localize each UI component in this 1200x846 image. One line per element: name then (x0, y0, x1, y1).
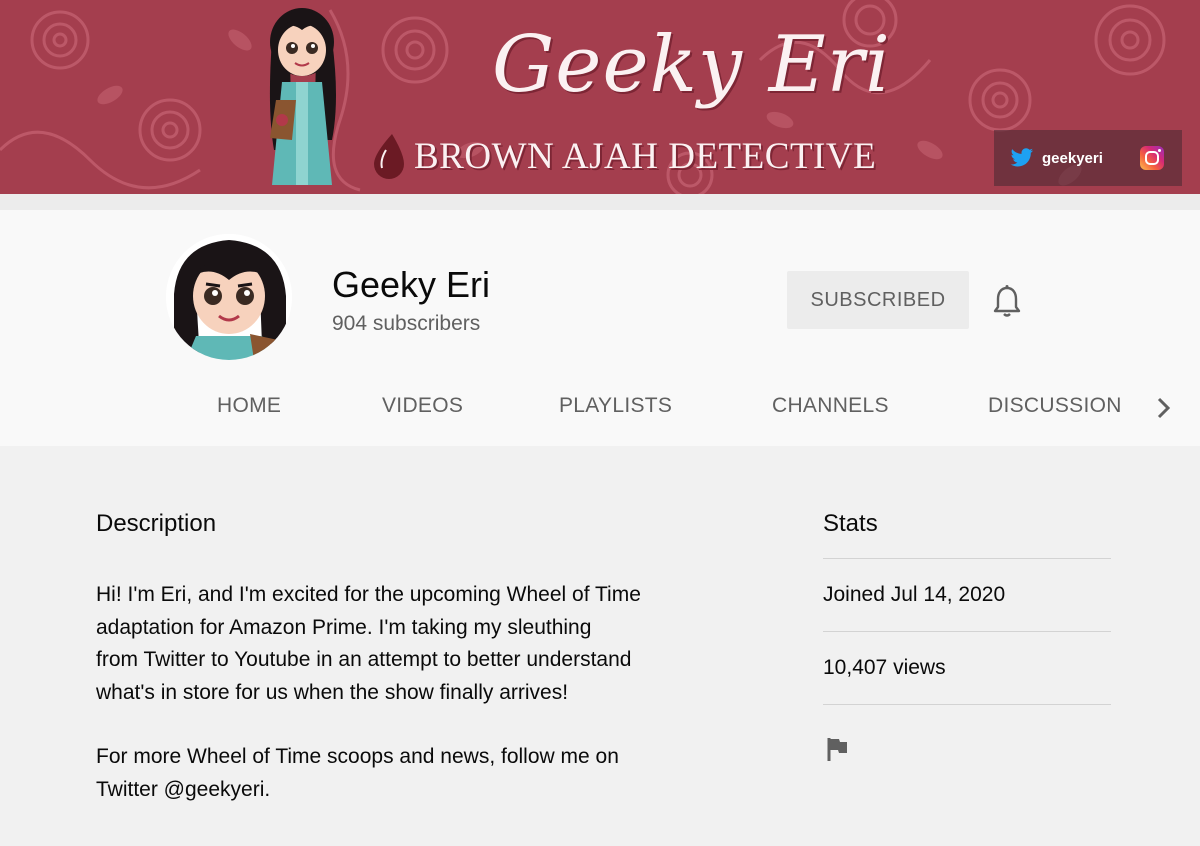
twitter-icon (1010, 148, 1034, 167)
social-links: geekyeri (994, 130, 1182, 186)
flag-icon[interactable] (823, 735, 851, 763)
description-line: For more Wheel of Time scoops and news, … (96, 745, 619, 768)
tab-discussion[interactable]: DISCUSSION (988, 394, 1122, 418)
tab-playlists[interactable]: PLAYLISTS (559, 394, 672, 418)
subscribed-button[interactable]: SUBSCRIBED (787, 271, 969, 329)
chevron-right-icon[interactable] (1150, 394, 1178, 422)
stats-heading: Stats (823, 510, 878, 537)
banner-subtitle-group: BROWN AJAH DETECTIVE (368, 132, 876, 180)
about-section: Description Hi! I'm Eri, and I'm excited… (0, 446, 1200, 846)
drop-icon (374, 134, 404, 179)
description-heading: Description (96, 510, 217, 537)
tab-channels[interactable]: CHANNELS (772, 394, 889, 418)
description-line: adaptation for Amazon Prime. I'm taking … (96, 615, 592, 639)
stats-panel: Stats Joined Jul 14, 2020 10,407 views (823, 510, 1111, 763)
view-count: 10,407 views (823, 656, 946, 679)
divider (823, 704, 1111, 705)
channel-header: Geeky Eri 904 subscribers SUBSCRIBED HOM… (0, 194, 1200, 446)
banner-subtitle: BROWN AJAH DETECTIVE (414, 135, 877, 177)
avatar-image (166, 234, 292, 360)
description-line: what's in store for us when the show fin… (96, 680, 569, 704)
subscriber-count: 904 subscribers (332, 312, 481, 335)
instagram-icon[interactable] (1140, 146, 1164, 170)
description-body: Hi! I'm Eri, and I'm excited for the upc… (96, 579, 696, 806)
tab-videos[interactable]: VIDEOS (382, 394, 463, 418)
description-line: Hi! I'm Eri, and I'm excited for the upc… (96, 583, 641, 606)
avatar[interactable] (166, 234, 292, 360)
bell-icon[interactable] (992, 284, 1022, 318)
mascot-illustration (269, 8, 336, 185)
channel-tabs: HOME VIDEOS PLAYLISTS CHANNELS DISCUSSIO… (0, 376, 1200, 446)
description-line: from Twitter to Youtube in an attempt to… (96, 648, 632, 671)
banner-title: Geeky Eri (492, 20, 891, 110)
joined-date: Joined Jul 14, 2020 (823, 583, 1006, 606)
description-line: Twitter @geekyeri. (96, 777, 271, 801)
channel-banner: Geeky Eri BROWN AJAH DETECTIVE geekyeri (0, 0, 1200, 194)
tab-home[interactable]: HOME (217, 394, 281, 418)
twitter-link[interactable]: geekyeri (1010, 148, 1103, 168)
twitter-handle: geekyeri (1042, 149, 1103, 167)
channel-name: Geeky Eri (332, 264, 491, 305)
